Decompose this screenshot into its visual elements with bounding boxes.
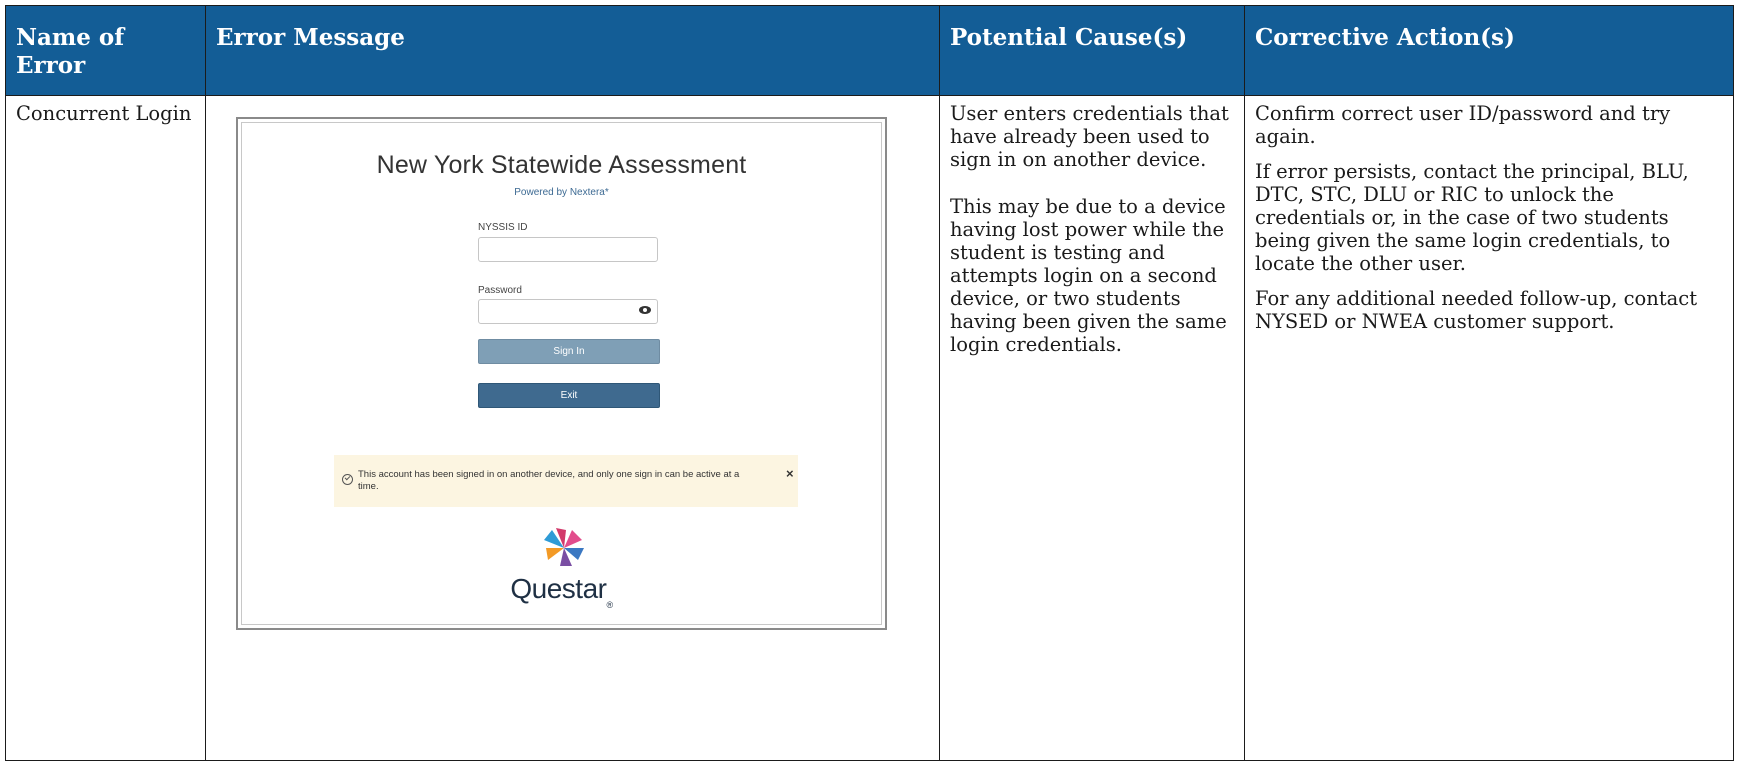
header-row: Name of Error Error Message Potential Ca… <box>5 5 1734 96</box>
app-title: New York Statewide Assessment <box>376 151 747 179</box>
header-corrective-actions: Corrective Action(s) <box>1244 5 1734 96</box>
password-input[interactable] <box>478 299 658 324</box>
error-name: Concurrent Login <box>16 102 192 125</box>
header-error-message: Error Message <box>205 5 940 96</box>
login-screenshot: New York Statewide Assessment Powered by… <box>236 117 887 630</box>
nyssis-id-input[interactable] <box>478 237 658 262</box>
header-potential-causes: Potential Cause(s) <box>939 5 1245 96</box>
password-label: Password <box>478 285 522 296</box>
questar-brand: Questar® <box>242 573 881 610</box>
eye-icon[interactable] <box>639 306 651 314</box>
alert-message: This account has been signed in on anoth… <box>358 469 740 492</box>
nyssis-id-label: NYSSIS ID <box>478 222 528 233</box>
action-text: For any additional needed follow-up, con… <box>1255 287 1698 333</box>
questar-logo-icon <box>544 528 584 566</box>
check-circle-icon <box>342 474 353 485</box>
concurrent-login-alert: This account has been signed in on anoth… <box>334 455 798 507</box>
sign-in-button[interactable]: Sign In <box>478 339 660 364</box>
brand-name: Questar <box>510 573 607 604</box>
error-name-cell: Concurrent Login <box>5 95 206 761</box>
exit-button[interactable]: Exit <box>478 383 660 408</box>
registered-mark: ® <box>606 600 613 610</box>
corrective-actions-cell: Confirm correct user ID/password and try… <box>1244 95 1734 761</box>
close-icon[interactable]: × <box>786 467 794 480</box>
action-text: If error persists, contact the principal… <box>1255 160 1689 275</box>
powered-by: Powered by Nextera* <box>514 187 609 198</box>
action-text: Confirm correct user ID/password and try… <box>1255 102 1671 148</box>
potential-causes-cell: User enters credentials that have alread… <box>939 95 1245 761</box>
screenshot-frame: New York Statewide Assessment Powered by… <box>241 122 882 625</box>
header-name-of-error: Name of Error <box>5 5 206 96</box>
cause-text: User enters credentials that have alread… <box>950 102 1229 171</box>
cause-text: This may be due to a device having lost … <box>950 195 1227 356</box>
